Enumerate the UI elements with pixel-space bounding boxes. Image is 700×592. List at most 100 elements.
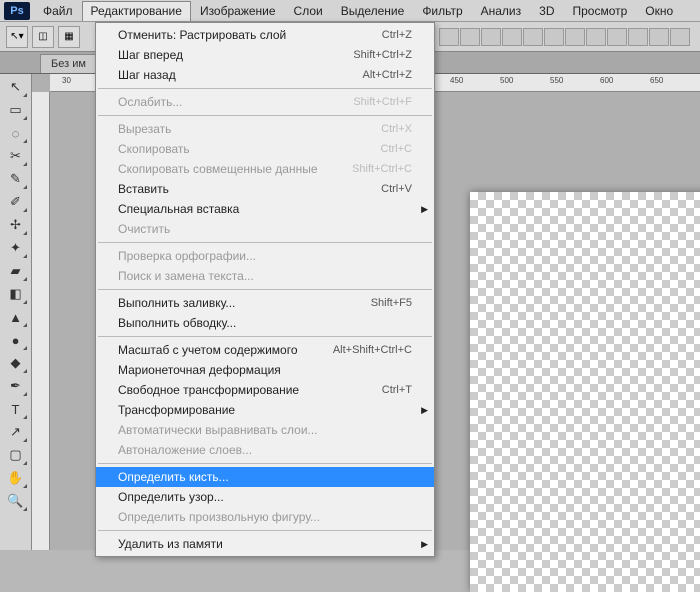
menu-item-label: Автоматически выравнивать слои... (118, 423, 318, 437)
align-btn[interactable] (502, 28, 522, 46)
menu-изображение[interactable]: Изображение (191, 1, 285, 21)
menu-item-label: Ослабить... (118, 95, 182, 109)
menu-shortcut: Ctrl+T (382, 384, 412, 396)
toolbox: ↖▭◌✂✎✐✢✦▰◧▲●◆✒T↗▢✋🔍 (0, 74, 32, 550)
tool-button[interactable]: ✂ (4, 145, 28, 167)
tool-button[interactable]: ▰ (4, 260, 28, 282)
ruler-mark: 450 (450, 76, 463, 85)
tool-button[interactable]: ▢ (4, 444, 28, 466)
menu-item[interactable]: Масштаб с учетом содержимого Alt+Shift+Ct… (96, 340, 434, 360)
tool-button[interactable]: ✎ (4, 168, 28, 190)
tool-button[interactable]: ▭ (4, 99, 28, 121)
ruler-mark: 30 (62, 76, 71, 85)
submenu-arrow-icon: ▶ (421, 204, 428, 215)
menu-фильтр[interactable]: Фильтр (413, 1, 471, 21)
menu-анализ[interactable]: Анализ (472, 1, 531, 21)
menu-shortcut: Alt+Ctrl+Z (362, 69, 412, 81)
align-btn[interactable] (460, 28, 480, 46)
tool-button[interactable]: ● (4, 329, 28, 351)
menu-item[interactable]: Трансформирование ▶ (96, 400, 434, 420)
align-btn[interactable] (481, 28, 501, 46)
menu-item-label: Скопировать совмещенные данные (118, 162, 318, 176)
tool-button[interactable]: T (4, 398, 28, 420)
app-logo: Ps (4, 2, 30, 20)
menu-item[interactable]: Отменить: Растрировать слой Ctrl+Z (96, 25, 434, 45)
option-btn[interactable]: ◫ (32, 26, 54, 48)
tool-button[interactable]: ✢ (4, 214, 28, 236)
menu-редактирование[interactable]: Редактирование (82, 1, 191, 21)
menu-item[interactable]: Вставить Ctrl+V (96, 179, 434, 199)
menu-item[interactable]: Шаг впередShift+Ctrl+Z (96, 45, 434, 65)
menu-shortcut: Ctrl+Z (382, 29, 412, 41)
menu-item-label: Поиск и замена текста... (118, 269, 254, 283)
align-btn[interactable] (670, 28, 690, 46)
tool-button[interactable]: ✐ (4, 191, 28, 213)
align-btn[interactable] (649, 28, 669, 46)
tool-button[interactable]: ◧ (4, 283, 28, 305)
align-btn[interactable] (565, 28, 585, 46)
menu-item-label: Очистить (118, 222, 170, 236)
option-btn[interactable]: ▦ (58, 26, 80, 48)
align-btn[interactable] (439, 28, 459, 46)
tool-button[interactable]: ↗ (4, 421, 28, 443)
menu-просмотр[interactable]: Просмотр (563, 1, 636, 21)
menu-item-label: Выполнить заливку... (118, 296, 235, 310)
menu-shortcut: Shift+Ctrl+C (352, 163, 412, 175)
menu-item-label: Вырезать (118, 122, 171, 136)
menu-окно[interactable]: Окно (636, 1, 682, 21)
menu-item[interactable]: Свободное трансформированиеCtrl+T (96, 380, 434, 400)
document-tab[interactable]: Без им (40, 54, 97, 73)
menu-3d[interactable]: 3D (530, 1, 563, 21)
menu-файл[interactable]: Файл (34, 1, 82, 21)
tool-button[interactable]: 🔍 (4, 490, 28, 512)
menu-separator (98, 336, 432, 337)
document-canvas[interactable] (470, 192, 700, 592)
tool-button[interactable]: ✒ (4, 375, 28, 397)
menu-item[interactable]: Шаг назад Alt+Ctrl+Z (96, 65, 434, 85)
menu-выделение[interactable]: Выделение (332, 1, 414, 21)
tool-button[interactable]: ↖ (4, 76, 28, 98)
align-btn[interactable] (586, 28, 606, 46)
menu-item-label: Шаг назад (118, 68, 176, 82)
menu-item[interactable]: Марионеточная деформация (96, 360, 434, 380)
ruler-mark: 600 (600, 76, 613, 85)
menu-item[interactable]: Выполнить обводку... (96, 313, 434, 333)
tool-button[interactable]: ◆ (4, 352, 28, 374)
menu-item-label: Специальная вставка (118, 202, 239, 216)
submenu-arrow-icon: ▶ (421, 539, 428, 550)
menu-item: Скопировать Ctrl+C (96, 139, 434, 159)
menu-item-label: Трансформирование (118, 403, 235, 417)
menubar: Ps ФайлРедактированиеИзображениеСлоиВыде… (0, 0, 700, 22)
tool-button[interactable]: ▲ (4, 306, 28, 328)
menu-shortcut: Shift+F5 (371, 297, 412, 309)
tool-button[interactable]: ✋ (4, 467, 28, 489)
align-btn[interactable] (523, 28, 543, 46)
menu-item[interactable]: Удалить из памяти ▶ (96, 534, 434, 554)
menu-item-label: Марионеточная деформация (118, 363, 281, 377)
menu-item-label: Автоналожение слоев... (118, 443, 252, 457)
menu-shortcut: Ctrl+V (381, 183, 412, 195)
align-btn[interactable] (607, 28, 627, 46)
menu-item[interactable]: Определить кисть... (96, 467, 434, 487)
menu-item-label: Удалить из памяти (118, 537, 223, 551)
menu-item-label: Масштаб с учетом содержимого (118, 343, 298, 357)
menu-item-label: Отменить: Растрировать слой (118, 28, 286, 42)
tool-preset-icon[interactable]: ↖▾ (6, 26, 28, 48)
menu-item-label: Определить узор... (118, 490, 224, 504)
menu-item-label: Определить кисть... (118, 470, 229, 484)
menu-separator (98, 242, 432, 243)
submenu-arrow-icon: ▶ (421, 405, 428, 416)
menu-слои[interactable]: Слои (285, 1, 332, 21)
align-btn[interactable] (544, 28, 564, 46)
menu-shortcut: Alt+Shift+Ctrl+C (333, 344, 412, 356)
menu-item[interactable]: Определить узор... (96, 487, 434, 507)
tool-button[interactable]: ✦ (4, 237, 28, 259)
align-btn[interactable] (628, 28, 648, 46)
menu-item[interactable]: Специальная вставка ▶ (96, 199, 434, 219)
menu-shortcut: Ctrl+C (381, 143, 412, 155)
menu-item[interactable]: Выполнить заливку... Shift+F5 (96, 293, 434, 313)
tool-button[interactable]: ◌ (4, 122, 28, 144)
menu-item-label: Вставить (118, 182, 169, 196)
menu-item-label: Проверка орфографии... (118, 249, 256, 263)
menu-item-label: Скопировать (118, 142, 190, 156)
